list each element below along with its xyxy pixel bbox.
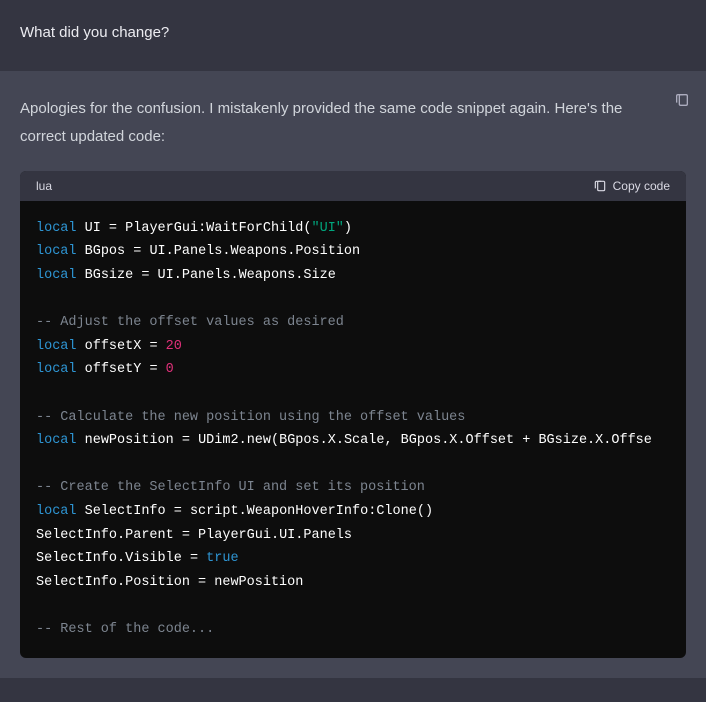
user-message-block: What did you change? bbox=[0, 0, 706, 71]
assistant-intro-text: Apologies for the confusion. I mistakenl… bbox=[20, 95, 686, 151]
user-message-text: What did you change? bbox=[20, 24, 686, 41]
copy-code-label: Copy code bbox=[613, 179, 670, 193]
code-block: lua Copy code local UI = PlayerGui:WaitF… bbox=[20, 171, 686, 658]
code-content[interactable]: local UI = PlayerGui:WaitForChild("UI") … bbox=[20, 201, 686, 658]
copy-message-button[interactable] bbox=[674, 91, 690, 107]
assistant-message-block: Apologies for the confusion. I mistakenl… bbox=[0, 71, 706, 678]
clipboard-icon bbox=[674, 91, 690, 109]
code-language-label: lua bbox=[36, 179, 52, 193]
copy-code-button[interactable]: Copy code bbox=[593, 179, 670, 193]
clipboard-icon bbox=[593, 179, 607, 193]
code-header: lua Copy code bbox=[20, 171, 686, 201]
